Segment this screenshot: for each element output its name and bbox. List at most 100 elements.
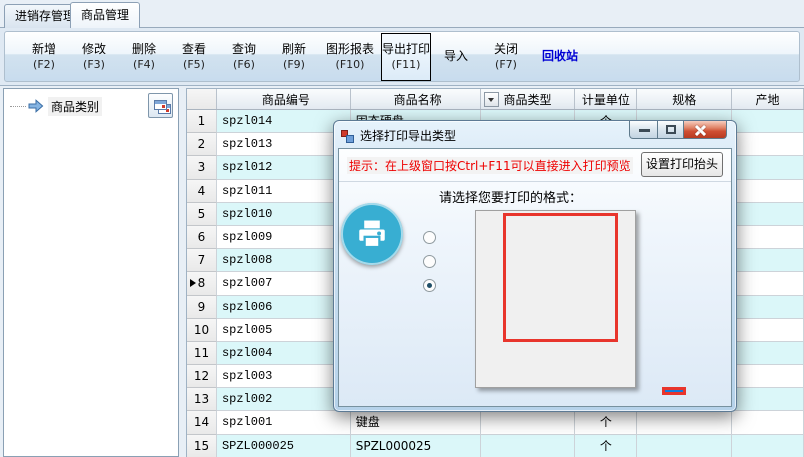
tab-product-management[interactable]: 商品管理 — [70, 2, 140, 28]
toolbar-button-shortcut: (F3) — [83, 57, 105, 72]
product-code-cell[interactable]: SPZL000025 — [217, 435, 351, 457]
product-name-cell[interactable]: SPZL000025 — [351, 435, 481, 457]
origin-cell[interactable] — [732, 435, 804, 457]
origin-cell[interactable] — [732, 110, 804, 133]
format-radio-3-selected[interactable] — [423, 279, 436, 292]
toolbar-button[interactable]: 删除 (F4) — [119, 33, 169, 81]
origin-cell[interactable] — [732, 180, 804, 203]
toolbar-button[interactable]: 刷新 (F9) — [269, 33, 319, 81]
origin-cell[interactable] — [732, 365, 804, 388]
toolbar-button-shortcut: (F11) — [392, 57, 421, 72]
header-product-code[interactable]: 商品编号 — [217, 89, 351, 109]
origin-cell[interactable] — [732, 296, 804, 319]
dialog-footer — [339, 380, 725, 401]
toolbar-button[interactable]: 修改 (F3) — [69, 33, 119, 81]
toolbar-button-label: 查询 — [232, 42, 256, 57]
table-row[interactable]: 14 spzl001 键盘 个 — [187, 411, 804, 434]
origin-cell[interactable] — [732, 133, 804, 156]
menu-item[interactable] — [476, 343, 635, 365]
menu-item[interactable] — [476, 321, 635, 343]
toolbar-button[interactable]: 导入 — [431, 33, 481, 81]
close-icon[interactable] — [683, 121, 727, 139]
toolbar-button-label: 刷新 — [282, 42, 306, 57]
origin-cell[interactable] — [732, 319, 804, 342]
format-radio-1[interactable] — [423, 231, 436, 244]
toolbar-button-label: 图形报表 — [326, 42, 374, 57]
product-code-cell[interactable]: spzl013 — [217, 133, 351, 156]
toolbar-button-label: 导入 — [444, 49, 468, 64]
toolbar-button[interactable]: 回收站 — [531, 33, 589, 81]
minimize-icon[interactable] — [629, 121, 658, 139]
toolbar-button[interactable]: 图形报表 (F10) — [319, 33, 381, 81]
origin-cell[interactable] — [732, 388, 804, 411]
table-row[interactable]: 15 SPZL000025 SPZL000025 个 — [187, 435, 804, 457]
category-form-button[interactable] — [148, 93, 173, 118]
header-unit[interactable]: 计量单位 — [575, 89, 637, 109]
dialog-footer-button[interactable] — [665, 390, 683, 392]
toolbar-button-label: 关闭 — [494, 42, 518, 57]
origin-cell[interactable] — [732, 411, 804, 434]
product-code-cell[interactable]: spzl009 — [217, 226, 351, 249]
menu-item[interactable] — [476, 255, 635, 277]
origin-cell[interactable] — [732, 156, 804, 179]
origin-cell[interactable] — [732, 342, 804, 365]
toolbar-button-shortcut: (F10) — [336, 57, 365, 72]
menu-item[interactable] — [476, 277, 635, 299]
product-code-cell[interactable]: spzl011 — [217, 180, 351, 203]
product-code-cell[interactable]: spzl012 — [217, 156, 351, 179]
menu-item[interactable] — [476, 211, 635, 233]
export-format-menu — [475, 210, 636, 388]
row-number-cell: 2 — [187, 133, 217, 156]
product-code-cell[interactable]: spzl001 — [217, 411, 351, 434]
set-print-header-button[interactable]: 设置打印抬头 — [641, 152, 723, 177]
toolbar-button-shortcut: (F9) — [283, 57, 305, 72]
menu-item[interactable] — [476, 299, 635, 321]
product-code-cell[interactable]: spzl005 — [217, 319, 351, 342]
menu-item[interactable] — [476, 233, 635, 255]
product-code-cell[interactable]: spzl002 — [217, 388, 351, 411]
product-code-cell[interactable]: spzl006 — [217, 296, 351, 319]
header-product-type[interactable]: 商品类型 — [481, 89, 576, 109]
dialog-hint-text: 提示：在上级窗口按Ctrl+F11可以直接进入打印预览 — [347, 157, 633, 174]
toolbar-button[interactable]: 导出打印 (F11) — [381, 33, 431, 81]
origin-cell[interactable] — [732, 226, 804, 249]
toolbar-button[interactable]: 关闭 (F7) — [481, 33, 531, 81]
unit-cell[interactable]: 个 — [575, 411, 637, 434]
unit-cell[interactable]: 个 — [575, 435, 637, 457]
product-code-cell[interactable]: spzl014 — [217, 110, 351, 133]
toolbar-button[interactable]: 查看 (F5) — [169, 33, 219, 81]
tree-item-product-category[interactable]: 商品类别 — [10, 97, 102, 115]
toolbar-button-shortcut: (F7) — [495, 57, 517, 72]
product-code-cell[interactable]: spzl004 — [217, 342, 351, 365]
row-number-cell: 11 — [187, 342, 217, 365]
table-header-row: 商品编号 商品名称 商品类型 计量单位 规格 产地 — [187, 89, 804, 110]
product-type-cell[interactable] — [481, 435, 576, 457]
format-radio-2[interactable] — [423, 255, 436, 268]
product-name-cell[interactable]: 键盘 — [351, 411, 481, 434]
dialog-window-icon — [341, 129, 355, 143]
toolbar-button[interactable]: 新增 (F2) — [19, 33, 69, 81]
print-export-dialog: 选择打印导出类型 提示：在上级窗口按Ctrl+F11可以直接进入打印预览 设置打… — [333, 120, 737, 412]
toolbar-button-shortcut: (F4) — [133, 57, 155, 72]
toolbar-button[interactable]: 查询 (F6) — [219, 33, 269, 81]
maximize-icon[interactable] — [657, 121, 684, 139]
product-code-cell[interactable]: spzl003 — [217, 365, 351, 388]
toolbar-button-label: 查看 — [182, 42, 206, 57]
product-code-cell[interactable]: spzl008 — [217, 249, 351, 272]
origin-cell[interactable] — [732, 203, 804, 226]
printer-icon — [341, 203, 403, 265]
product-code-cell[interactable]: spzl010 — [217, 203, 351, 226]
header-origin[interactable]: 产地 — [732, 89, 804, 109]
dialog-body: 提示：在上级窗口按Ctrl+F11可以直接进入打印预览 设置打印抬头 请选择您要… — [338, 148, 732, 407]
product-type-cell[interactable] — [481, 411, 576, 434]
spec-cell[interactable] — [637, 435, 732, 457]
dialog-title: 选择打印导出类型 — [360, 127, 456, 144]
origin-cell[interactable] — [732, 249, 804, 272]
header-spec[interactable]: 规格 — [637, 89, 732, 109]
toolbar-button-shortcut: (F5) — [183, 57, 205, 72]
filter-dropdown-icon[interactable] — [484, 92, 499, 107]
origin-cell[interactable] — [732, 272, 804, 295]
header-product-name[interactable]: 商品名称 — [351, 89, 481, 109]
spec-cell[interactable] — [637, 411, 732, 434]
product-code-cell[interactable]: spzl007 — [217, 272, 351, 295]
